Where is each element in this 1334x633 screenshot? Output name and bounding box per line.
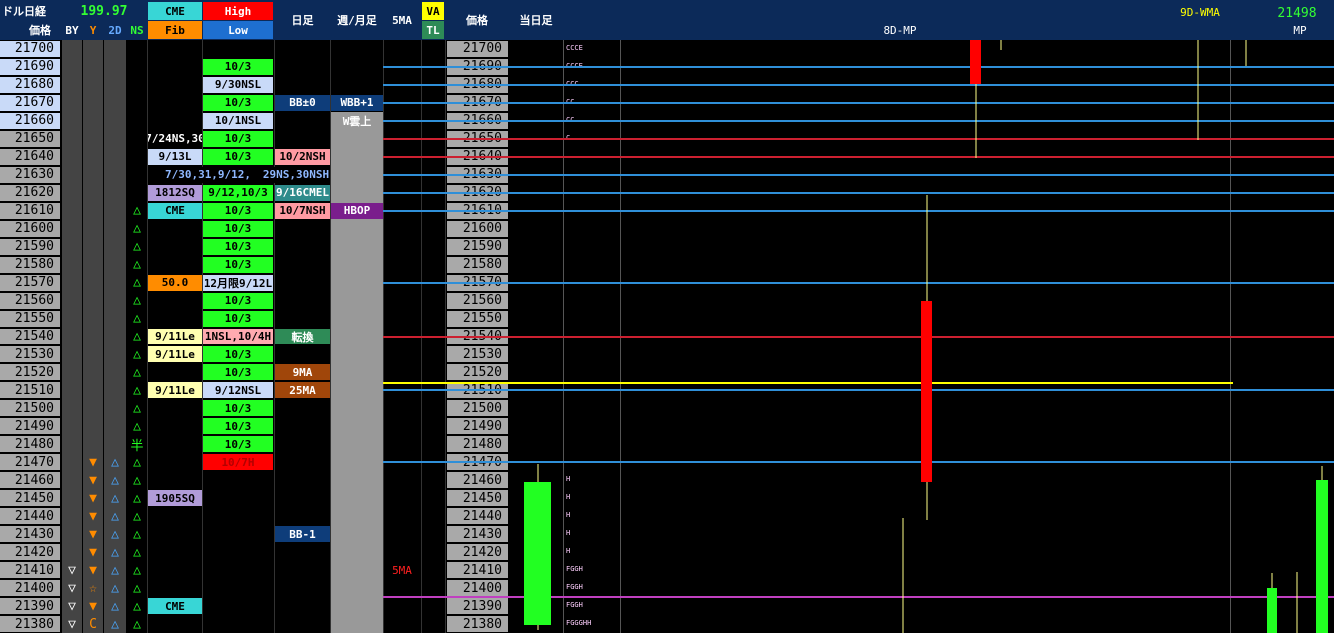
red-candle [921,301,932,482]
top-candle [970,40,981,84]
today-candle [524,482,551,625]
right-candle-2 [1316,480,1328,633]
right-candle-1 [1267,588,1277,633]
chart-canvas [524,40,1328,633]
trading-board: ドル日経 199.97 価格 BY Y 2D NS CME Fib High L… [0,0,1334,633]
